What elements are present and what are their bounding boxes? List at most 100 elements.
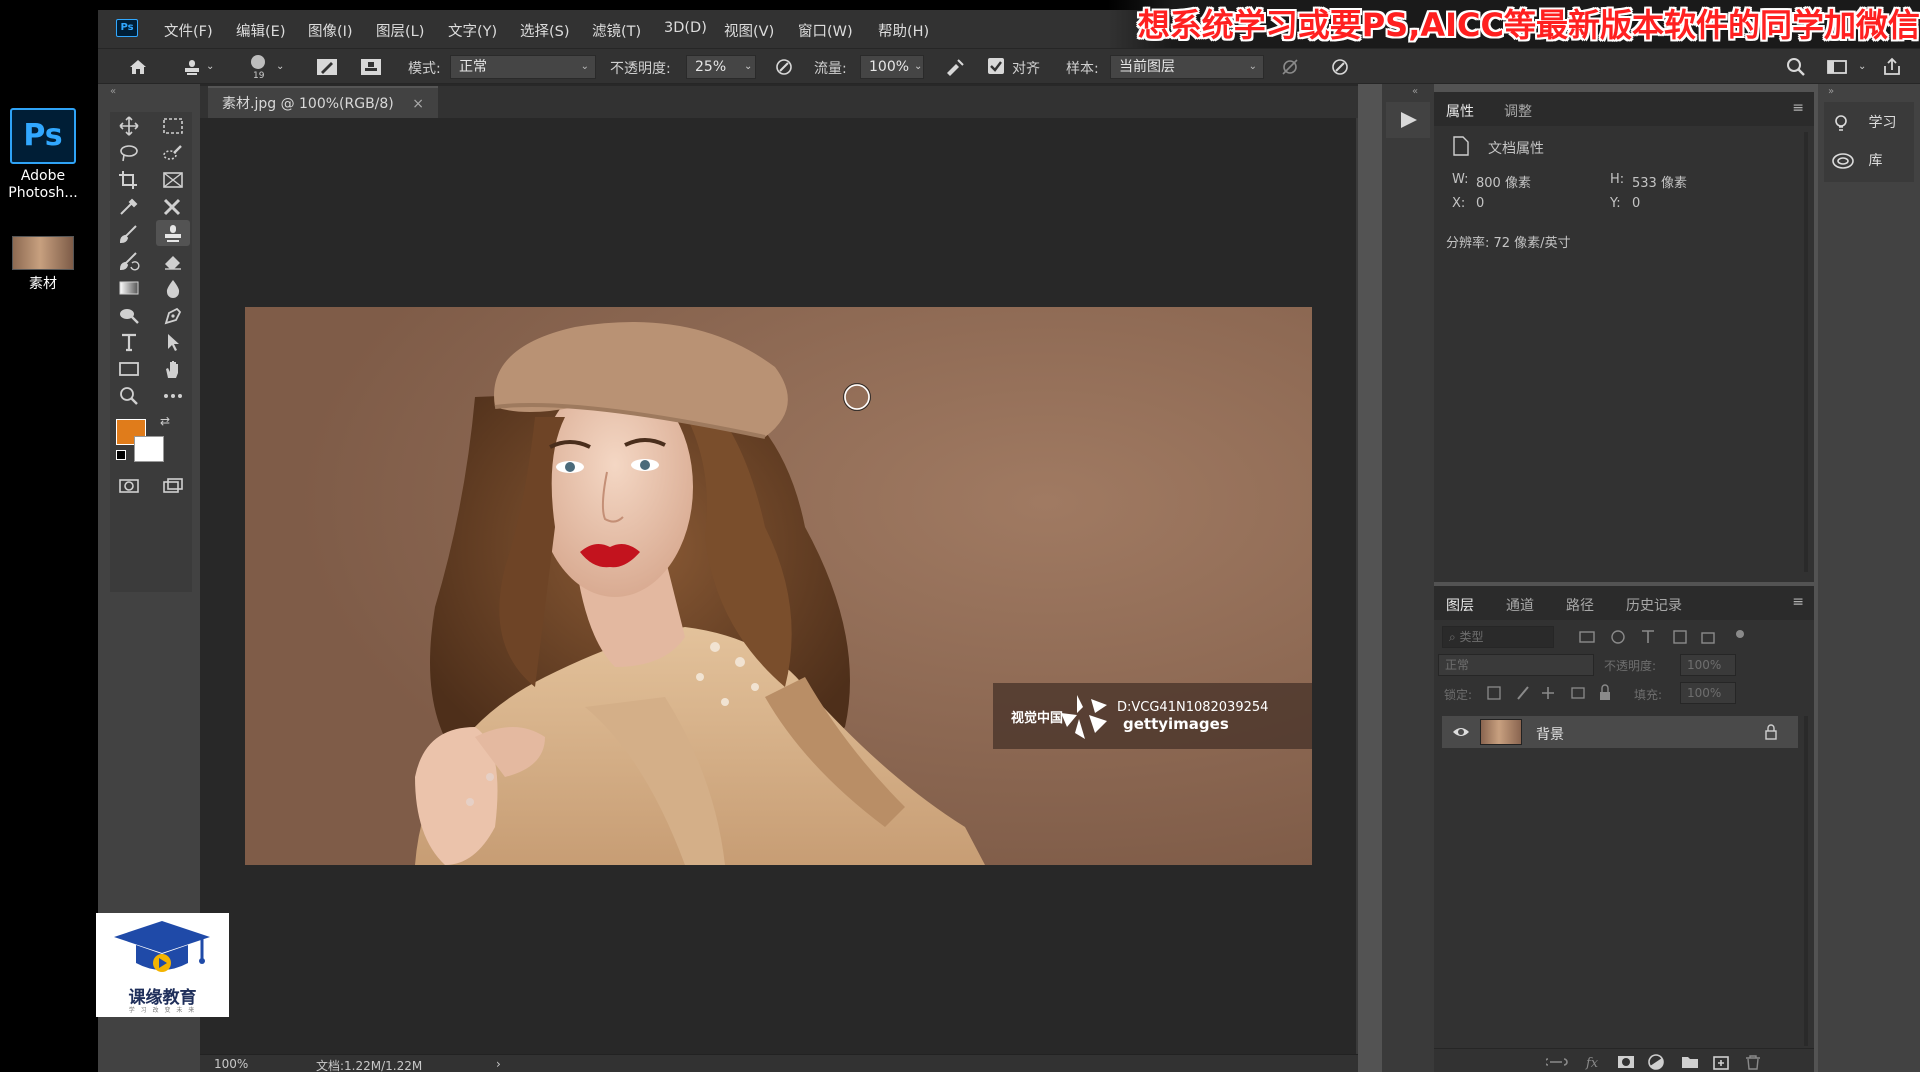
width-value[interactable]: 800 像素 [1476,172,1531,191]
default-colors-icon[interactable] [116,450,126,460]
menu-image[interactable]: 图像(I) [308,20,353,41]
zoom-tool[interactable] [112,382,146,408]
properties-scrollbar[interactable] [1804,132,1808,572]
screen-mode-icon[interactable] [156,472,190,498]
layer-filter-select[interactable]: ⌕ 类型 [1442,626,1554,648]
swap-colors-icon[interactable]: ⇄ [160,414,170,428]
lock-icons[interactable] [1484,682,1624,704]
quick-selection-tool[interactable] [156,139,190,165]
pressure-size-icon[interactable] [1330,57,1350,77]
tools-group: ⇄ [110,112,192,592]
menu-view[interactable]: 视图(V) [724,20,774,41]
tab-adjustments[interactable]: 调整 [1504,101,1532,121]
menu-layer[interactable]: 图层(L) [376,20,424,41]
move-tool[interactable] [112,112,146,138]
ignore-adjustment-layers-icon[interactable] [1280,57,1300,77]
home-icon[interactable] [128,57,148,77]
airbrush-icon[interactable] [944,57,964,77]
opacity-chevron-icon[interactable]: ⌄ [744,61,752,72]
menu-type[interactable]: 文字(Y) [448,20,497,41]
menu-file[interactable]: 文件(F) [164,20,213,41]
lasso-tool[interactable] [112,139,146,165]
gradient-tool[interactable] [112,274,146,300]
height-value[interactable]: 533 像素 [1632,172,1687,191]
collapse-chevron-icon[interactable]: « [110,86,116,97]
menu-edit[interactable]: 编辑(E) [236,20,285,41]
crop-tool[interactable] [112,166,146,192]
panel-separator [1358,84,1382,1072]
menu-select[interactable]: 选择(S) [520,20,570,41]
layers-scrollbar[interactable] [1804,716,1808,1046]
zoom-level[interactable]: 100% [214,1057,248,1071]
layer-opacity-input[interactable]: 100% [1680,654,1736,676]
dodge-tool[interactable] [112,301,146,327]
type-tool[interactable] [112,328,146,354]
menu-filter[interactable]: 滤镜(T) [592,20,641,41]
marquee-tool[interactable] [156,112,190,138]
mode-select[interactable]: 正常 ⌄ [450,55,596,79]
fill-input[interactable]: 100% [1680,682,1736,704]
search-icon[interactable] [1786,57,1806,77]
image-canvas[interactable] [245,307,1312,865]
align-checkbox[interactable] [988,58,1004,74]
background-color-swatch[interactable] [134,436,164,462]
sample-select[interactable]: 当前图层 ⌄ [1110,55,1264,79]
x-label: X: [1452,196,1466,211]
menu-help[interactable]: 帮助(H) [878,20,929,41]
status-menu-arrow[interactable]: › [496,1057,501,1071]
workspace-icon[interactable] [1826,57,1847,77]
hand-tool[interactable] [156,355,190,381]
healing-brush-tool[interactable] [156,193,190,219]
brush-preview-icon[interactable] [248,53,268,73]
pen-tool[interactable] [156,301,190,327]
lock-icon[interactable] [1764,724,1778,740]
document-tab[interactable]: 素材.jpg @ 100%(RGB/8) × [208,86,438,118]
eye-visibility-icon[interactable] [1452,725,1470,739]
tab-channels[interactable]: 通道 [1506,595,1534,615]
workspace-chevron-icon[interactable]: ⌄ [1858,61,1866,72]
eraser-tool[interactable] [156,247,190,273]
tab-layers[interactable]: 图层 [1446,595,1474,615]
libraries-icon [1832,153,1854,169]
menu-3d[interactable]: 3D(D) [664,20,707,36]
panel-menu-icon[interactable]: ≡ [1792,594,1804,610]
photoshop-desktop-shortcut[interactable]: Ps Adobe Photosh... [4,108,82,202]
layer-name[interactable]: 背景 [1536,724,1564,744]
preset-chevron-icon[interactable]: ⌄ [206,61,214,72]
path-selection-tool[interactable] [156,328,190,354]
tab-properties[interactable]: 属性 [1446,101,1474,121]
material-file-shortcut[interactable]: 素材 [4,236,82,293]
quick-mask-icon[interactable] [112,472,146,498]
collapse-chevron-icon[interactable]: » [1828,86,1834,97]
pressure-opacity-icon[interactable] [774,57,794,77]
blend-mode-select[interactable]: 正常 [1438,654,1594,676]
brush-tool[interactable] [112,220,146,246]
rectangle-tool[interactable] [112,355,146,381]
edu-logo: 课缘教育 学 习 改 变 未 来 [96,913,229,1017]
layer-row-background[interactable]: 背景 [1442,716,1798,748]
libraries-button[interactable]: 库 [1832,150,1882,170]
menu-window[interactable]: 窗口(W) [798,20,853,41]
clone-stamp-preset-icon[interactable] [182,57,202,77]
brush-chevron-icon[interactable]: ⌄ [276,61,284,72]
close-icon[interactable]: × [412,96,424,112]
history-brush-tool[interactable] [112,247,146,273]
y-value[interactable]: 0 [1632,196,1640,211]
share-icon[interactable] [1882,57,1902,77]
x-value[interactable]: 0 [1476,196,1484,211]
tab-paths[interactable]: 路径 [1566,595,1594,615]
brush-settings-icon[interactable] [316,57,337,77]
tab-history[interactable]: 历史记录 [1626,595,1682,615]
more-tools-icon[interactable] [156,382,190,408]
play-actions-button[interactable] [1386,102,1430,138]
ps-app-badge: Ps [116,19,138,37]
frame-tool[interactable] [156,166,190,192]
panel-menu-icon[interactable]: ≡ [1792,100,1804,116]
eyedropper-tool[interactable] [112,193,146,219]
clone-source-icon[interactable] [360,57,381,77]
dock-collapse-icon[interactable]: « [1412,86,1418,97]
blur-tool[interactable] [156,274,190,300]
clone-stamp-tool[interactable] [156,220,190,246]
flow-chevron-icon[interactable]: ⌄ [914,61,922,72]
learn-button[interactable]: 学习 [1832,112,1896,132]
